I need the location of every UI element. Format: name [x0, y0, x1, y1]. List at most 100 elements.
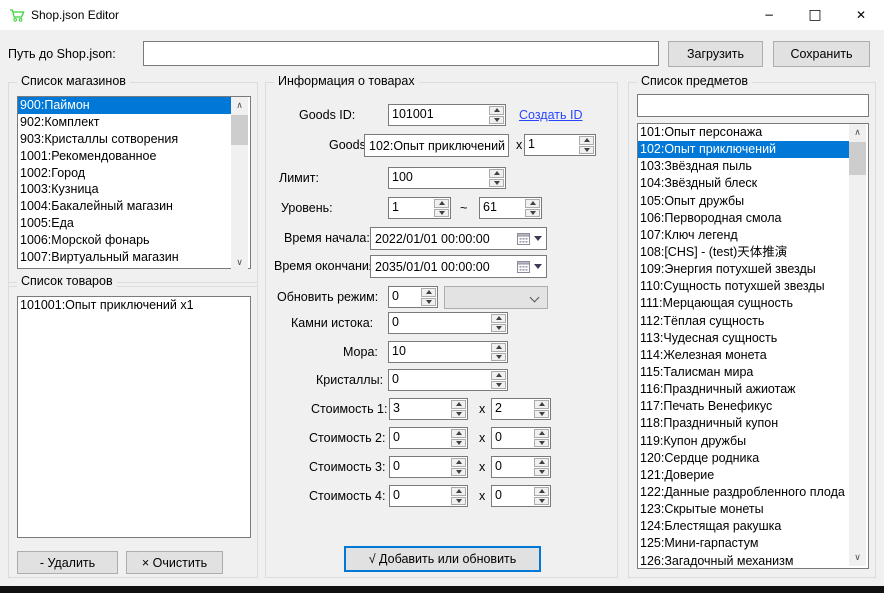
spin-down-icon[interactable]	[491, 353, 506, 362]
spin-up-icon[interactable]	[579, 136, 594, 145]
list-item[interactable]: 112:Тёплая сущность	[638, 313, 851, 330]
list-item[interactable]: 111:Мерцающая сущность	[638, 295, 851, 312]
cost2-count-spinner[interactable]: 0	[491, 427, 551, 449]
spin-up-icon[interactable]	[489, 106, 504, 115]
list-item[interactable]: 108:[CHS] - (test)天体推演	[638, 244, 851, 261]
list-item[interactable]: 1002:Город	[18, 165, 233, 182]
add-or-update-button[interactable]: √ Добавить или обновить	[344, 546, 541, 572]
spin-up-icon[interactable]	[491, 343, 506, 352]
list-item[interactable]: 101:Опыт персонажа	[638, 124, 851, 141]
spin-up-icon[interactable]	[491, 371, 506, 380]
cost3-item-spinner[interactable]: 0	[389, 456, 468, 478]
spin-up-icon[interactable]	[451, 487, 466, 496]
minimize-button[interactable]: −	[746, 0, 792, 30]
spin-down-icon[interactable]	[534, 497, 549, 506]
spin-up-icon[interactable]	[451, 400, 466, 409]
spin-down-icon[interactable]	[525, 209, 540, 218]
list-item[interactable]: 114:Железная монета	[638, 347, 851, 364]
list-item[interactable]: 126:Загадочный механизм	[638, 553, 851, 569]
maximize-button[interactable]: □	[792, 0, 838, 30]
cost2-item-spinner[interactable]: 0	[389, 427, 468, 449]
list-item[interactable]: 102:Опыт приключений	[638, 141, 851, 158]
clear-button[interactable]: × Очистить	[126, 551, 223, 574]
list-item[interactable]: 115:Талисман мира	[638, 364, 851, 381]
spin-up-icon[interactable]	[489, 169, 504, 178]
list-item[interactable]: 122:Данные раздробленного плода	[638, 484, 851, 501]
list-item[interactable]: 105:Опыт дружбы	[638, 193, 851, 210]
end-time-picker[interactable]: 2035/01/01 00:00:00	[370, 255, 547, 278]
cost1-count-spinner[interactable]: 2	[491, 398, 551, 420]
save-button[interactable]: Сохранить	[773, 41, 870, 67]
cost4-count-spinner[interactable]: 0	[491, 485, 551, 507]
spin-down-icon[interactable]	[491, 324, 506, 333]
list-item[interactable]: 118:Праздничный купон	[638, 415, 851, 432]
path-input[interactable]	[143, 41, 659, 66]
spin-up-icon[interactable]	[451, 429, 466, 438]
spin-down-icon[interactable]	[451, 468, 466, 477]
list-item[interactable]: 110:Сущность потухшей звезды	[638, 278, 851, 295]
refresh-mode-combobox[interactable]	[444, 286, 548, 309]
create-id-link[interactable]: Создать ID	[519, 108, 582, 122]
begin-time-picker[interactable]: 2022/01/01 00:00:00	[370, 227, 547, 250]
list-item[interactable]: 116:Праздничный ажиотаж	[638, 381, 851, 398]
list-item[interactable]: 1003:Кузница	[18, 181, 233, 198]
mora-spinner[interactable]: 10	[388, 341, 508, 363]
list-item[interactable]: 103:Звёздная пыль	[638, 158, 851, 175]
primogems-spinner[interactable]: 0	[388, 312, 508, 334]
list-item[interactable]: 101001:Опыт приключений x1	[18, 297, 250, 314]
list-item[interactable]: 124:Блестящая ракушка	[638, 518, 851, 535]
spin-down-icon[interactable]	[451, 410, 466, 419]
refresh-mode-spinner[interactable]: 0	[388, 286, 438, 308]
spin-up-icon[interactable]	[421, 288, 436, 297]
spin-down-icon[interactable]	[534, 439, 549, 448]
list-item[interactable]: 106:Первородная смола	[638, 210, 851, 227]
list-item[interactable]: 120:Сердце родника	[638, 450, 851, 467]
spin-down-icon[interactable]	[579, 146, 594, 155]
list-item[interactable]: 125:Мини-гарпастум	[638, 535, 851, 552]
spin-down-icon[interactable]	[534, 468, 549, 477]
crystals-spinner[interactable]: 0	[388, 369, 508, 391]
list-item[interactable]: 119:Купон дружбы	[638, 433, 851, 450]
list-item[interactable]: 900:Паймон	[18, 97, 233, 114]
cost3-count-spinner[interactable]: 0	[491, 456, 551, 478]
scroll-down-icon[interactable]: ∨	[849, 549, 866, 566]
limit-spinner[interactable]: 100	[388, 167, 506, 189]
item-search-input[interactable]	[637, 94, 869, 117]
spin-down-icon[interactable]	[489, 116, 504, 125]
cost4-item-spinner[interactable]: 0	[389, 485, 468, 507]
list-item[interactable]: 117:Печать Венефикус	[638, 398, 851, 415]
list-item[interactable]: 109:Энергия потухшей звезды	[638, 261, 851, 278]
list-item[interactable]: 121:Доверие	[638, 467, 851, 484]
list-item[interactable]: 1005:Еда	[18, 215, 233, 232]
scrollbar-thumb[interactable]	[849, 142, 866, 175]
scrollbar-thumb[interactable]	[231, 115, 248, 145]
list-item[interactable]: 1007:Виртуальный магазин	[18, 249, 233, 266]
items-scrollbar[interactable]: ∧ ∨	[849, 124, 866, 566]
goods-count-spinner[interactable]: 1	[524, 134, 596, 156]
goods-id-spinner[interactable]: 101001	[388, 104, 506, 126]
cost1-item-spinner[interactable]: 3	[389, 398, 468, 420]
shops-scrollbar[interactable]: ∧ ∨	[231, 97, 248, 271]
list-item[interactable]: 107:Ключ легенд	[638, 227, 851, 244]
scroll-down-icon[interactable]: ∨	[231, 254, 248, 271]
list-item[interactable]: 903:Кристаллы сотворения	[18, 131, 233, 148]
list-item[interactable]: 113:Чудесная сущность	[638, 330, 851, 347]
close-button[interactable]: ✕	[838, 0, 884, 30]
list-item[interactable]: 1004:Бакалейный магазин	[18, 198, 233, 215]
scroll-up-icon[interactable]: ∧	[231, 97, 248, 114]
level-min-spinner[interactable]: 1	[388, 197, 451, 219]
level-max-spinner[interactable]: 61	[479, 197, 542, 219]
spin-down-icon[interactable]	[434, 209, 449, 218]
list-item[interactable]: 123:Скрытые монеты	[638, 501, 851, 518]
goods-input[interactable]: 102:Опыт приключений	[364, 134, 509, 157]
spin-up-icon[interactable]	[451, 458, 466, 467]
dropdown-arrow-icon[interactable]	[534, 264, 542, 269]
spin-up-icon[interactable]	[534, 487, 549, 496]
spin-up-icon[interactable]	[534, 458, 549, 467]
list-item[interactable]: 902:Комплект	[18, 114, 233, 131]
list-item[interactable]: 104:Звёздный блеск	[638, 175, 851, 192]
spin-up-icon[interactable]	[525, 199, 540, 208]
spin-down-icon[interactable]	[489, 179, 504, 188]
list-item[interactable]: 1006:Морской фонарь	[18, 232, 233, 249]
load-button[interactable]: Загрузить	[668, 41, 763, 67]
